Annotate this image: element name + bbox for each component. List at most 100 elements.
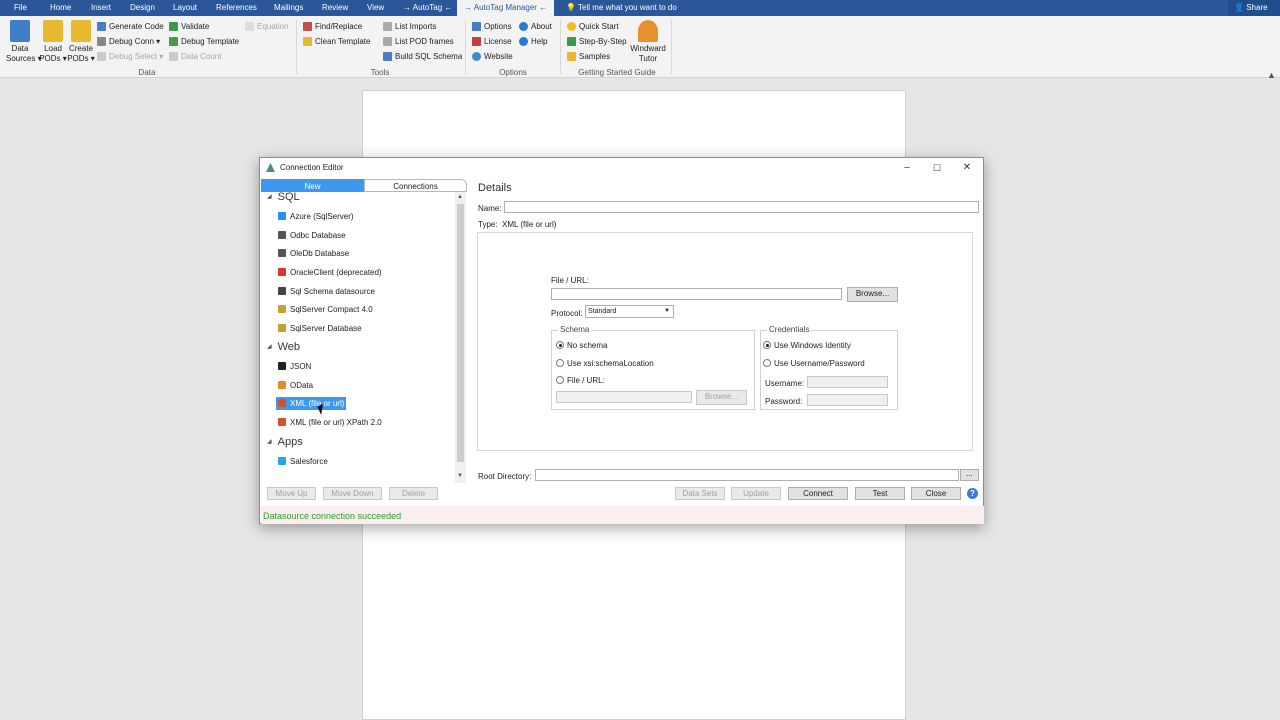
samples-button[interactable]: Samples [567,50,610,64]
tutor-icon [638,20,658,42]
document-scrollbar[interactable] [1273,79,1280,720]
radio-use-username-password[interactable]: Use Username/Password [763,359,865,368]
tab-autotag[interactable]: → AutoTag ← [403,0,452,16]
debug-select-button[interactable]: Debug Select ▾ [97,50,163,64]
tab-new[interactable]: New [261,179,364,192]
tab-view[interactable]: View [367,0,384,16]
tab-design[interactable]: Design [130,0,155,16]
tree-scroll-thumb[interactable] [457,204,464,462]
share-button[interactable]: 👤 Share [1228,0,1280,16]
validate-button[interactable]: Validate [169,20,209,34]
build-sql-schema-button[interactable]: Build SQL Schema [383,50,462,64]
tree-item-xml-file-or-url[interactable]: XML (file or url) [276,397,347,410]
close-button[interactable]: Close [911,487,961,500]
name-input[interactable] [504,201,979,213]
dialog-titlebar[interactable]: Connection Editor – ☐ ✕ [260,158,983,178]
tree-item-xml-file-or-url-xpath-2-0[interactable]: XML (file or url) XPath 2.0 [276,416,384,429]
radio-use-windows-identity[interactable]: Use Windows Identity [763,341,851,350]
datasource-icon [278,305,286,313]
tree-item-odbc-database[interactable]: Odbc Database [276,229,348,242]
tree-item-salesforce[interactable]: Salesforce [276,455,330,468]
options-button[interactable]: Options [472,20,512,34]
bug-icon [169,37,178,46]
load-pods-button[interactable]: Load PODs ▾ [39,20,67,64]
protocol-select[interactable]: Standard ▼ [585,305,674,318]
data-sets-button[interactable]: Data Sets [675,487,725,500]
root-directory-browse-button[interactable]: ... [960,469,979,481]
scroll-down-icon[interactable]: ▼ [457,473,463,479]
move-down-button[interactable]: Move Down [323,487,382,500]
connect-button[interactable]: Connect [788,487,848,500]
create-pods-button[interactable]: Create PODs ▾ [67,20,95,64]
group-label-getting-started: Getting Started Guide [578,68,656,77]
quick-start-button[interactable]: Quick Start [567,20,619,34]
tree-item-odata[interactable]: OData [276,379,315,392]
tab-insert[interactable]: Insert [91,0,111,16]
tree-category-apps[interactable]: ◢ Apps [267,436,303,448]
windward-tutor-button[interactable]: Windward Tutor [629,20,667,64]
connection-editor-icon [266,163,275,172]
schema-browse-button[interactable]: Browse... [696,390,747,405]
radio-schema-file-url[interactable]: File / URL: [556,376,605,385]
radio-checked-icon [556,341,564,349]
schema-file-url-input[interactable] [556,391,692,403]
tree-category-sql[interactable]: ◢ SQL [267,192,300,203]
tree-item-oledb-database[interactable]: OleDb Database [276,247,351,260]
clean-template-button[interactable]: Clean Template [303,35,370,49]
info-icon [519,22,528,31]
website-button[interactable]: Website [472,50,513,64]
root-directory-input[interactable] [535,469,959,481]
close-window-button[interactable]: ✕ [960,161,974,175]
delete-button[interactable]: Delete [389,487,438,500]
tab-home[interactable]: Home [50,0,71,16]
step-by-step-button[interactable]: Step-By-Step [567,35,627,49]
tree-item-azure-sqlserver[interactable]: Azure (SqlServer) [276,210,356,223]
tab-mailings[interactable]: Mailings [274,0,303,16]
name-label: Name: [478,204,502,213]
expand-arrow-icon[interactable]: ◢ [267,344,272,350]
help-icon[interactable]: ? [967,488,978,499]
help-button[interactable]: Help [519,35,547,49]
update-button[interactable]: Update [731,487,781,500]
maximize-button[interactable]: ☐ [930,161,944,175]
find-replace-button[interactable]: Find/Replace [303,20,362,34]
radio-no-schema[interactable]: No schema [556,341,607,350]
tab-connections[interactable]: Connections [364,179,467,192]
tab-file[interactable]: File [14,0,27,16]
file-url-input[interactable] [551,288,842,300]
expand-arrow-icon[interactable]: ◢ [267,194,272,200]
data-count-button[interactable]: Data Count [169,50,221,64]
about-button[interactable]: About [519,20,552,34]
tab-review[interactable]: Review [322,0,348,16]
list-pod-frames-button[interactable]: List POD frames [383,35,454,49]
data-sources-button[interactable]: Data Sources ▾ [6,20,42,64]
test-button[interactable]: Test [855,487,905,500]
tree-item-json[interactable]: JSON [276,360,313,373]
tab-layout[interactable]: Layout [173,0,197,16]
move-up-button[interactable]: Move Up [267,487,316,500]
list-imports-button[interactable]: List Imports [383,20,436,34]
bug-icon [97,52,106,61]
tree-category-web[interactable]: ◢ Web [267,341,300,353]
browse-button[interactable]: Browse... [847,287,898,302]
tab-autotag-manager[interactable]: → AutoTag Manager ← [457,0,555,16]
minimize-button[interactable]: – [900,161,914,175]
tree-item-sqlserver-compact-4-0[interactable]: SqlServer Compact 4.0 [276,303,375,316]
scroll-up-icon[interactable]: ▲ [457,194,463,200]
license-button[interactable]: License [472,35,512,49]
equation-button[interactable]: Equation [245,20,289,34]
tab-references[interactable]: References [216,0,257,16]
debug-template-button[interactable]: Debug Template [169,35,239,49]
username-input[interactable] [807,376,888,388]
radio-use-xsi-schemalocation[interactable]: Use xsi:schemaLocation [556,359,654,368]
tree-item-sql-schema-datasource[interactable]: Sql Schema datasource [276,285,377,298]
tree-item-oracleclient-deprecated[interactable]: OracleClient (deprecated) [276,266,384,279]
expand-arrow-icon[interactable]: ◢ [267,439,272,445]
tree-item-sqlserver-database[interactable]: SqlServer Database [276,322,364,335]
generate-code-button[interactable]: Generate Code [97,20,164,34]
debug-conn-button[interactable]: Debug Conn ▾ [97,35,160,49]
broom-icon [303,37,312,46]
password-input[interactable] [807,394,888,406]
file-url-label: File / URL: [551,276,589,285]
tell-me-search[interactable]: 💡 Tell me what you want to do [566,0,677,16]
